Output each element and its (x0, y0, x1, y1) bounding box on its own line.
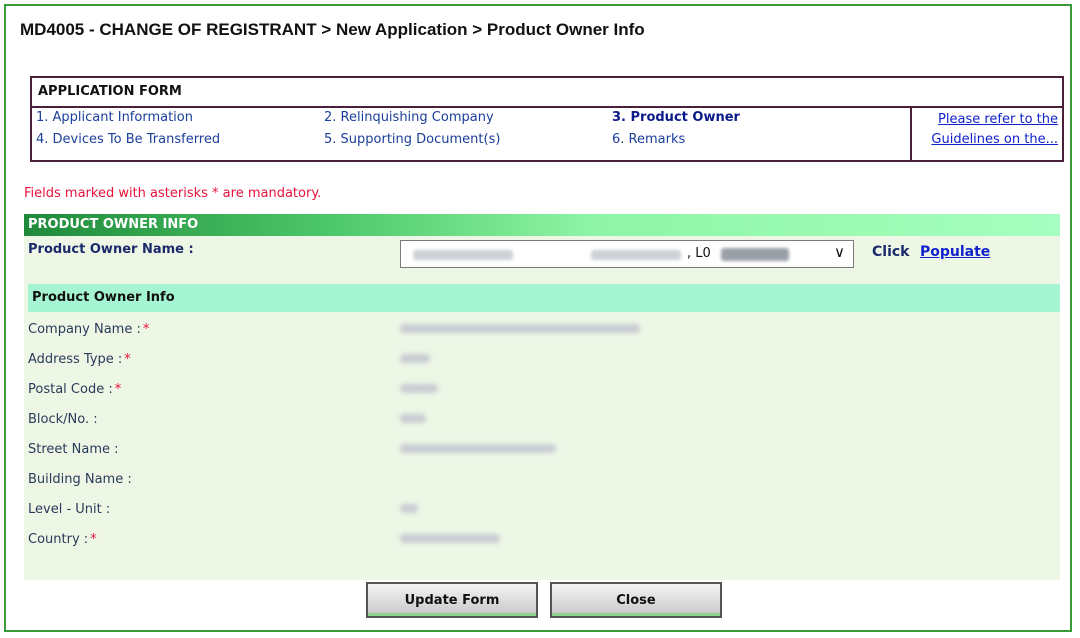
step-remarks[interactable]: 6. Remarks (612, 132, 685, 148)
address-type-label: Address Type : * (28, 352, 131, 367)
page-title: MD4005 - CHANGE OF REGISTRANT > New Appl… (20, 20, 645, 39)
street-name-label: Street Name : (28, 442, 119, 457)
step-list: 1. Applicant Information 2. Relinquishin… (32, 108, 912, 160)
step-devices-to-be-transferred[interactable]: 4. Devices To Be Transferred (36, 132, 220, 148)
product-owner-select[interactable]: , L0 ∨ (400, 240, 854, 268)
country-value (400, 534, 500, 543)
step-applicant-information[interactable]: 1. Applicant Information (36, 110, 193, 126)
redacted-text (591, 250, 681, 260)
step-supporting-documents[interactable]: 5. Supporting Document(s) (324, 132, 500, 148)
block-no-value (400, 414, 426, 423)
redacted-text (721, 248, 789, 261)
mandatory-note: Fields marked with asterisks * are manda… (24, 186, 322, 201)
street-name-value (400, 444, 556, 453)
update-form-button[interactable]: Update Form (366, 582, 538, 618)
building-name-label: Building Name : (28, 472, 132, 487)
chevron-down-icon: ∨ (834, 243, 845, 261)
populate-link[interactable]: Populate (920, 244, 990, 260)
block-no-label: Block/No. : (28, 412, 98, 427)
redacted-text (413, 250, 513, 260)
click-label: Click (872, 244, 910, 260)
company-name-value (400, 324, 640, 333)
close-button[interactable]: Close (550, 582, 722, 618)
step-relinquishing-company[interactable]: 2. Relinquishing Company (324, 110, 494, 126)
product-owner-panel: PRODUCT OWNER INFO Product Owner Name : … (24, 214, 1060, 580)
guidelines-cell: Please refer to the Guidelines on the... (910, 108, 1062, 160)
guidelines-link-line2[interactable]: Guidelines on the... (931, 132, 1058, 148)
guidelines-link-line1[interactable]: Please refer to the (938, 112, 1058, 128)
product-owner-name-label: Product Owner Name : (28, 242, 194, 257)
product-owner-select-value: , L0 (687, 246, 711, 261)
country-label: Country : * (28, 532, 97, 547)
postal-code-value (400, 384, 438, 393)
subsection-header-owner-info: Product Owner Info (28, 284, 1060, 312)
address-type-value (400, 354, 430, 363)
step-product-owner[interactable]: 3. Product Owner (612, 110, 740, 126)
level-unit-value (400, 504, 418, 513)
section-header-product-owner-info: PRODUCT OWNER INFO (24, 214, 1060, 236)
application-form-header: APPLICATION FORM (32, 78, 1062, 108)
postal-code-label: Postal Code : * (28, 382, 122, 397)
level-unit-label: Level - Unit : (28, 502, 111, 517)
company-name-label: Company Name : * (28, 322, 150, 337)
application-form-nav: APPLICATION FORM 1. Applicant Informatio… (30, 76, 1064, 162)
